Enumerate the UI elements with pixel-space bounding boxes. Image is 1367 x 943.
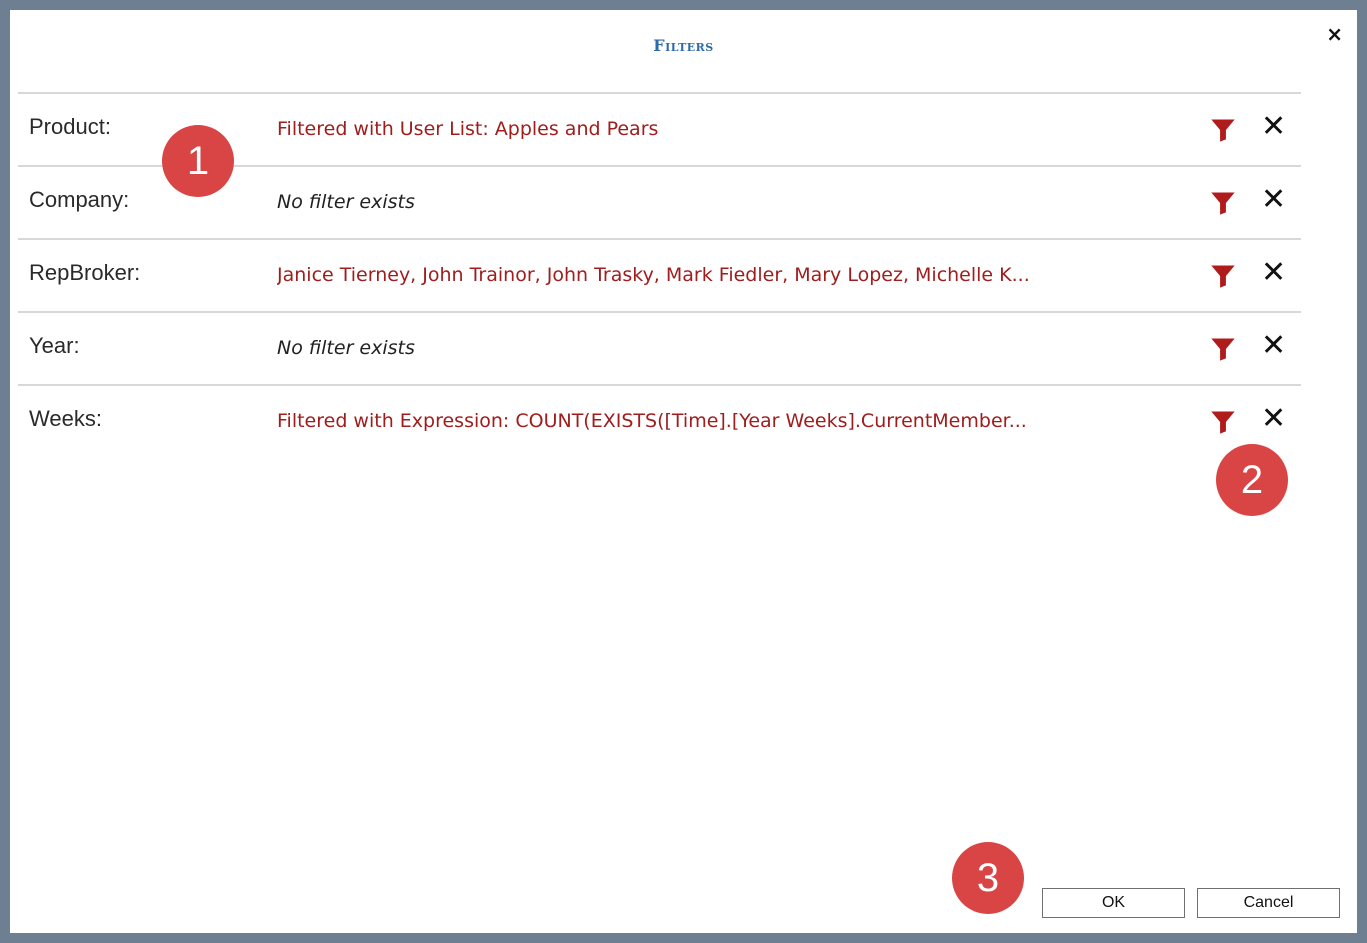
funnel-icon[interactable] bbox=[1209, 262, 1237, 290]
funnel-icon[interactable] bbox=[1209, 408, 1237, 436]
filter-row-weeks: Weeks: Filtered with Expression: COUNT(E… bbox=[18, 384, 1301, 457]
filter-value: Filtered with User List: Apples and Pear… bbox=[277, 118, 659, 140]
close-icon[interactable]: ✕ bbox=[1261, 258, 1286, 288]
filter-value: No filter exists bbox=[277, 191, 415, 213]
filter-value: Janice Tierney, John Trainor, John Trask… bbox=[277, 264, 1030, 286]
close-dialog-button[interactable]: × bbox=[1326, 24, 1343, 44]
filter-label: Weeks: bbox=[29, 406, 102, 431]
close-icon[interactable]: ✕ bbox=[1261, 112, 1286, 142]
callout-badge-1: 1 bbox=[162, 125, 234, 197]
close-icon[interactable]: ✕ bbox=[1261, 404, 1286, 434]
filter-row-year: Year: No filter exists ✕ bbox=[18, 311, 1301, 384]
callout-badge-3: 3 bbox=[952, 842, 1024, 914]
filter-row-repbroker: RepBroker: Janice Tierney, John Trainor,… bbox=[18, 238, 1301, 311]
close-icon[interactable]: ✕ bbox=[1261, 331, 1286, 361]
callout-badge-2: 2 bbox=[1216, 444, 1288, 516]
funnel-icon[interactable] bbox=[1209, 116, 1237, 144]
ok-button[interactable]: OK bbox=[1042, 888, 1185, 918]
funnel-icon[interactable] bbox=[1209, 335, 1237, 363]
funnel-icon[interactable] bbox=[1209, 189, 1237, 217]
filter-value: No filter exists bbox=[277, 337, 415, 359]
filter-label: Year: bbox=[29, 333, 80, 358]
filter-label: Company: bbox=[29, 187, 130, 212]
cancel-button[interactable]: Cancel bbox=[1197, 888, 1340, 918]
filter-label: Product: bbox=[29, 114, 111, 139]
dialog-title: Filters bbox=[653, 36, 714, 55]
filter-label: RepBroker: bbox=[29, 260, 141, 285]
filters-dialog: Filters × Product: Filtered with User Li… bbox=[10, 10, 1357, 933]
filter-value: Filtered with Expression: COUNT(EXISTS([… bbox=[277, 410, 1027, 432]
close-icon[interactable]: ✕ bbox=[1261, 185, 1286, 215]
